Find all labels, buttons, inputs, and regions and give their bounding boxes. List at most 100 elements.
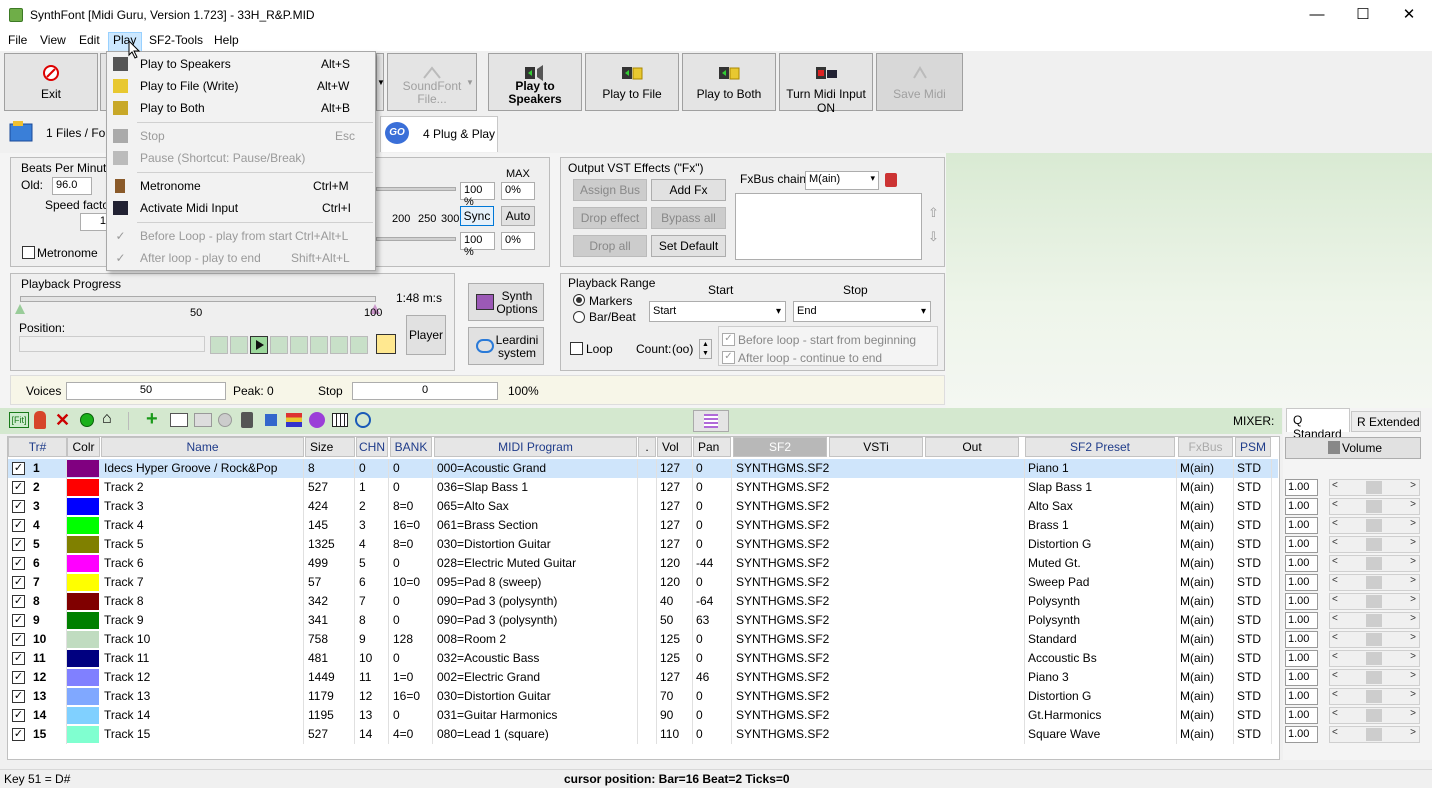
slider-thumb[interactable] (1366, 500, 1382, 513)
chevron-right-icon[interactable]: > (1410, 480, 1416, 491)
track-enabled-checkbox[interactable]: ✓ (12, 519, 25, 532)
col-header-vsti[interactable]: VSTi (829, 437, 923, 457)
progress-start-marker[interactable] (15, 304, 25, 314)
track-enabled-checkbox[interactable]: ✓ (12, 481, 25, 494)
chevron-right-icon[interactable]: > (1410, 613, 1416, 624)
piano-icon[interactable] (332, 413, 348, 427)
mixer-volume-value[interactable]: 1.00 (1285, 650, 1318, 667)
player-button[interactable]: Player (406, 315, 446, 355)
col-header-psm[interactable]: PSM (1235, 437, 1271, 457)
delete-icon[interactable]: ✕ (55, 411, 70, 429)
bypass-all-button[interactable]: Bypass all (651, 207, 726, 229)
mixer-volume-value[interactable]: 1.00 (1285, 669, 1318, 686)
slider-thumb[interactable] (1366, 595, 1382, 608)
track-color-swatch[interactable] (67, 536, 99, 553)
track-enabled-checkbox[interactable]: ✓ (12, 709, 25, 722)
menu-activate-midi-input[interactable]: Activate Midi Input Ctrl+I (107, 197, 375, 219)
maximize-button[interactable]: ☐ (1340, 0, 1386, 31)
end-icon[interactable] (350, 336, 368, 354)
pause-icon[interactable] (270, 336, 288, 354)
table-row[interactable]: ✓ 1 Idecs Hyper Groove / Rock&Pop 8 0 0 000=Ac… (8, 459, 1278, 478)
chevron-left-icon[interactable]: < (1332, 556, 1338, 567)
progress-track[interactable] (20, 296, 376, 302)
track-enabled-checkbox[interactable]: ✓ (12, 557, 25, 570)
table-row[interactable]: ✓ 3 Track 3 424 2 8=0 065=Alto Sax 127 0 SYNTHGMS… (8, 497, 1278, 516)
chevron-left-icon[interactable]: < (1332, 613, 1338, 624)
save-midi-button[interactable]: Save Midi (876, 53, 963, 111)
mixer-volume-slider[interactable]: < > (1329, 688, 1420, 705)
slider-thumb[interactable] (1366, 690, 1382, 703)
cd-icon[interactable] (218, 413, 232, 427)
mixer-volume-value[interactable]: 1.00 (1285, 707, 1318, 724)
window-toggle-icon[interactable] (376, 334, 396, 354)
loop-checkbox[interactable] (570, 342, 583, 355)
track-color-swatch[interactable] (67, 517, 99, 534)
fx-chain-icon[interactable] (885, 173, 897, 187)
tab-q-standard[interactable]: Q Standard (1286, 408, 1350, 441)
loop-icon[interactable] (330, 336, 348, 354)
table-row[interactable]: ✓ 15 Track 15 527 14 4=0 080=Lead 1 (square) 11… (8, 725, 1278, 744)
chevron-right-icon[interactable]: > (1410, 708, 1416, 719)
mixer-volume-slider[interactable]: < > (1329, 612, 1420, 629)
toolbar-dropdown-arrow[interactable]: ▼ (376, 53, 385, 111)
fx-chain-list[interactable] (735, 193, 922, 260)
slider-thumb[interactable] (1366, 652, 1382, 665)
record-icon[interactable] (80, 413, 94, 427)
menu-play-to-both[interactable]: Play to Both Alt+B (107, 97, 375, 119)
exit-button[interactable]: Exit (4, 53, 98, 111)
hand-icon[interactable] (34, 411, 46, 429)
chevron-right-icon[interactable]: > (1410, 689, 1416, 700)
chevron-right-icon[interactable]: > (1410, 556, 1416, 567)
track-enabled-checkbox[interactable]: ✓ (12, 728, 25, 741)
mixer-volume-value[interactable]: 1.00 (1285, 536, 1318, 553)
table-row[interactable]: ✓ 12 Track 12 1449 11 1=0 002=Electric Grand 12… (8, 668, 1278, 687)
col-header-tr[interactable]: Tr# (8, 437, 67, 457)
table-row[interactable]: ✓ 2 Track 2 527 1 0 036=Slap Bass 1 127 0 SYNTHGM… (8, 478, 1278, 497)
col-header-chn[interactable]: CHN (356, 437, 388, 457)
mixer-volume-slider[interactable]: < > (1329, 536, 1420, 553)
tab-r-extended[interactable]: R Extended (1351, 411, 1421, 432)
slider-thumb[interactable] (1366, 519, 1382, 532)
volume-slider-track[interactable] (376, 237, 456, 241)
track-color-swatch[interactable] (67, 479, 99, 496)
slider-thumb[interactable] (1366, 557, 1382, 570)
table-row[interactable]: ✓ 10 Track 10 758 9 128 008=Room 2 125 0 SYNTHGMS… (8, 630, 1278, 649)
slider-thumb[interactable] (1366, 538, 1382, 551)
search-icon[interactable] (355, 412, 371, 428)
col-header-dot[interactable]: . (638, 437, 656, 457)
waveform-disabled-icon[interactable] (194, 413, 212, 427)
chevron-right-icon[interactable]: > (1410, 575, 1416, 586)
set-default-button[interactable]: Set Default (651, 235, 726, 257)
mixer-volume-slider[interactable]: < > (1329, 631, 1420, 648)
volume-button[interactable]: Volume (1285, 437, 1421, 459)
menu-play-to-file[interactable]: Play to File (Write) Alt+W (107, 75, 375, 97)
mixer-volume-slider[interactable]: < > (1329, 555, 1420, 572)
track-enabled-checkbox[interactable]: ✓ (12, 652, 25, 665)
table-row[interactable]: ✓ 7 Track 7 57 6 10=0 095=Pad 8 (sweep) 120 0 SYN… (8, 573, 1278, 592)
chevron-right-icon[interactable]: > (1410, 518, 1416, 529)
col-header-sf2[interactable]: SF2 (733, 437, 827, 457)
track-color-swatch[interactable] (67, 726, 99, 743)
add-fx-button[interactable]: Add Fx (651, 179, 726, 201)
track-enabled-checkbox[interactable]: ✓ (12, 671, 25, 684)
before-loop-checkbox[interactable]: ✓ (722, 333, 735, 346)
menu-file[interactable]: File (6, 33, 29, 47)
slider-thumb[interactable] (1366, 709, 1382, 722)
slider-thumb[interactable] (1366, 481, 1382, 494)
mixer-volume-value[interactable]: 1.00 (1285, 612, 1318, 629)
track-enabled-checkbox[interactable]: ✓ (12, 614, 25, 627)
table-row[interactable]: ✓ 14 Track 14 1195 13 0 031=Guitar Harmonics 90… (8, 706, 1278, 725)
palette-icon[interactable] (309, 412, 325, 428)
slider-thumb[interactable] (1366, 576, 1382, 589)
minimize-button[interactable]: — (1294, 0, 1340, 31)
track-enabled-checkbox[interactable]: ✓ (12, 690, 25, 703)
mixer-volume-slider[interactable]: < > (1329, 517, 1420, 534)
barbeat-radio[interactable] (573, 311, 585, 323)
chevron-right-icon[interactable]: > (1410, 651, 1416, 662)
mixer-volume-slider[interactable]: < > (1329, 726, 1420, 743)
table-row[interactable]: ✓ 11 Track 11 481 10 0 032=Acoustic Bass 125 0 SY… (8, 649, 1278, 668)
soundfont-dropdown-arrow[interactable]: ▼ (463, 53, 477, 111)
menu-after-loop[interactable]: ✓ After loop - play to end Shift+Alt+L (107, 247, 375, 269)
mixer-volume-slider[interactable]: < > (1329, 650, 1420, 667)
slider-thumb[interactable] (1366, 633, 1382, 646)
